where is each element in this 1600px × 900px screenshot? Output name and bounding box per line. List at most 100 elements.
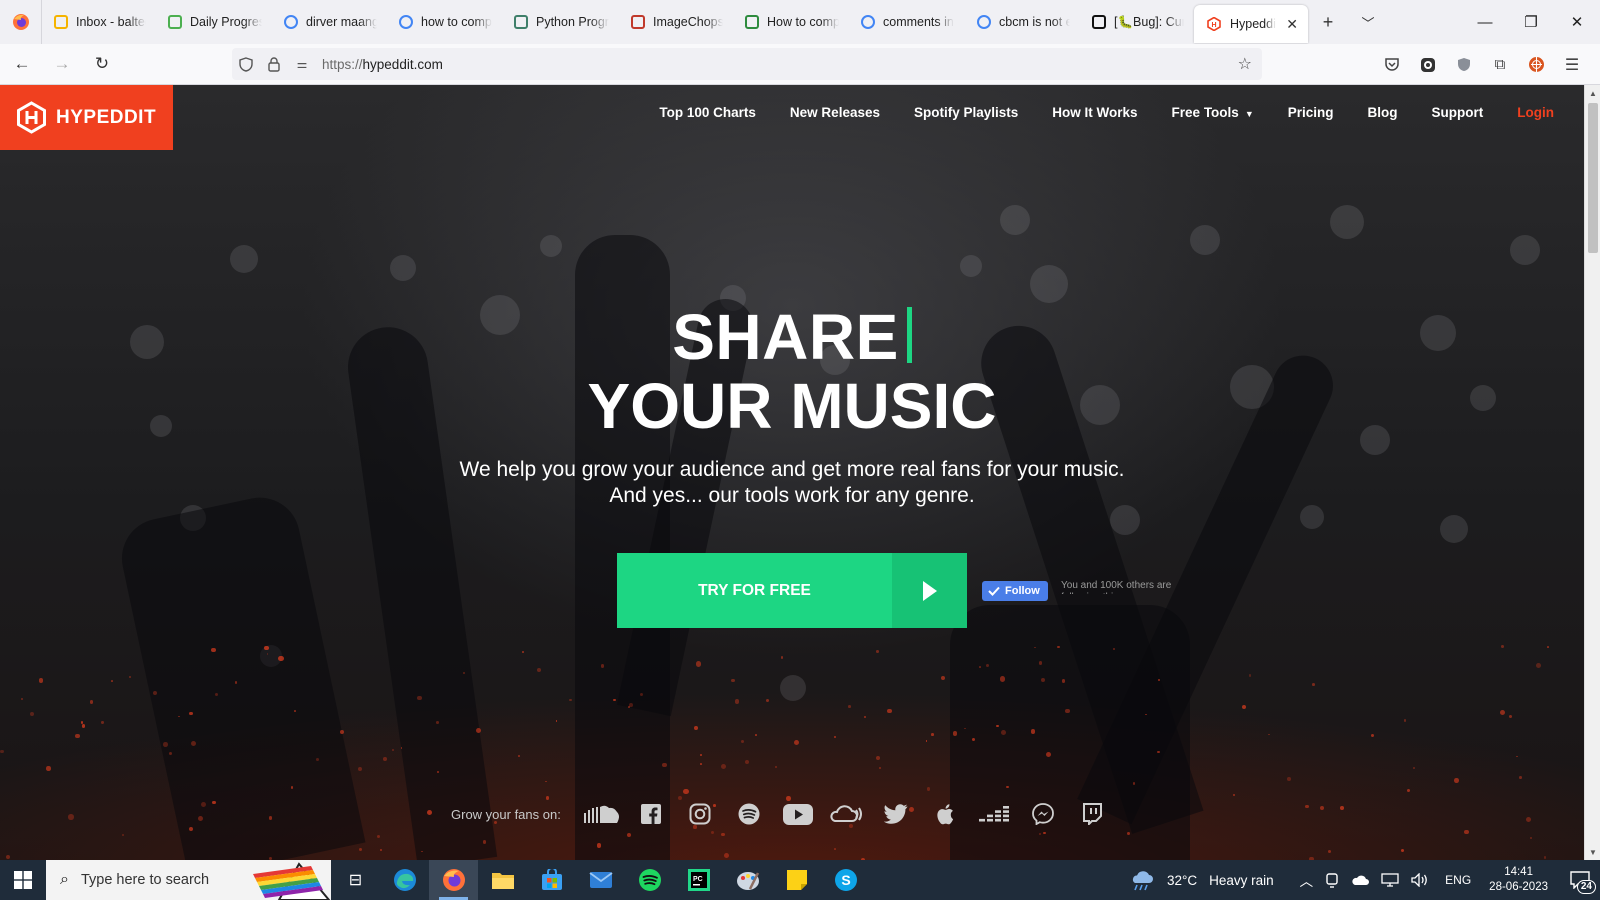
browser-tab[interactable]: Python Progra	[502, 0, 619, 44]
ember-particle	[234, 680, 238, 684]
edge-icon[interactable]	[380, 860, 429, 900]
lock-icon[interactable]	[260, 48, 288, 80]
microsoft-store-icon[interactable]	[527, 860, 576, 900]
ember-particle	[834, 735, 837, 738]
twitter-icon[interactable]	[871, 797, 920, 831]
nav-how-it-works[interactable]: How It Works	[1052, 105, 1137, 120]
instagram-icon[interactable]	[675, 797, 724, 831]
permissions-icon[interactable]: ⚌	[288, 48, 316, 80]
list-all-tabs-icon[interactable]: ﹀	[1348, 0, 1388, 44]
paint-icon[interactable]	[723, 860, 772, 900]
hypeddit-logo[interactable]: HYPEDDIT	[0, 85, 173, 150]
onedrive-cloud-icon[interactable]	[1345, 874, 1375, 886]
pycharm-icon[interactable]: PC	[674, 860, 723, 900]
weather-rain-icon[interactable]	[1123, 869, 1161, 891]
sticky-notes-icon[interactable]	[772, 860, 821, 900]
ember-particle	[1403, 719, 1406, 722]
ember-particle	[695, 661, 701, 667]
bokeh-light	[960, 255, 982, 277]
browser-tab[interactable]: how to compa	[387, 0, 502, 44]
cloud-icon	[168, 15, 182, 29]
pocket-icon[interactable]	[1374, 47, 1410, 83]
profile-avatar-icon[interactable]	[1518, 47, 1554, 83]
deezer-icon[interactable]	[969, 797, 1018, 831]
nav-new-releases[interactable]: New Releases	[790, 105, 880, 120]
input-language[interactable]: ENG	[1435, 873, 1477, 887]
shield-extension-icon[interactable]	[1446, 47, 1482, 83]
nav-blog[interactable]: Blog	[1368, 105, 1398, 120]
skype-icon[interactable]: S	[821, 860, 870, 900]
scroll-down-arrow-icon[interactable]: ▼	[1585, 844, 1600, 860]
firefox-menu-icon[interactable]	[0, 0, 42, 44]
browser-tab[interactable]: [🐛Bug]: Cur	[1080, 0, 1194, 44]
spotify-icon[interactable]	[724, 797, 773, 831]
nav-free-tools[interactable]: Free Tools ▼	[1172, 105, 1254, 120]
nav-spotify-playlists[interactable]: Spotify Playlists	[914, 105, 1018, 120]
browser-tab[interactable]: dirver maange	[272, 0, 387, 44]
extensions-puzzle-icon[interactable]: ⧉	[1482, 47, 1518, 83]
nav-login[interactable]: Login	[1517, 105, 1554, 120]
browser-tab[interactable]: Daily Progress	[156, 0, 272, 44]
app-menu-hamburger-icon[interactable]: ☰	[1554, 47, 1590, 83]
ember-particle	[190, 740, 197, 746]
minimize-window-button[interactable]: —	[1462, 0, 1508, 44]
extension-camera-icon[interactable]	[1410, 47, 1446, 83]
notification-center-icon[interactable]: 24	[1560, 860, 1600, 900]
scroll-up-arrow-icon[interactable]: ▲	[1585, 85, 1600, 101]
scrollbar-thumb[interactable]	[1588, 103, 1598, 253]
tracking-shield-icon[interactable]	[232, 48, 260, 80]
page-scrollbar[interactable]: ▲ ▼	[1584, 85, 1600, 860]
browser-tab[interactable]: cbcm is not e	[965, 0, 1080, 44]
soundcloud-icon[interactable]	[577, 797, 626, 831]
ember-particle	[129, 675, 132, 678]
close-window-button[interactable]: ✕	[1554, 0, 1600, 44]
meet-now-icon[interactable]	[1319, 872, 1345, 888]
ember-particle	[1057, 645, 1060, 648]
nav-top-100-charts[interactable]: Top 100 Charts	[659, 105, 756, 120]
file-explorer-icon[interactable]	[478, 860, 527, 900]
address-bar[interactable]: ⚌ https://hypeddit.com ☆	[232, 48, 1262, 80]
twitch-icon[interactable]	[1067, 797, 1116, 831]
ember-particle	[197, 815, 203, 821]
taskbar-clock[interactable]: 14:41 28-06-2023	[1477, 865, 1560, 895]
browser-tab[interactable]: How to comp	[733, 0, 849, 44]
firefox-taskbar-icon[interactable]	[429, 860, 478, 900]
follow-button[interactable]: Follow	[982, 581, 1048, 601]
spotify-taskbar-icon[interactable]	[625, 860, 674, 900]
messenger-icon[interactable]	[1018, 797, 1067, 831]
youtube-icon[interactable]	[773, 797, 822, 831]
new-tab-button[interactable]: +	[1308, 0, 1348, 44]
weather-text[interactable]: Heavy rain	[1203, 873, 1294, 888]
forward-arrow-icon[interactable]: →	[44, 46, 80, 82]
back-arrow-icon[interactable]: ←	[4, 46, 40, 82]
apple-icon[interactable]	[920, 797, 969, 831]
mail-icon	[54, 15, 68, 29]
reload-icon[interactable]: ↻	[84, 46, 120, 82]
nav-support[interactable]: Support	[1432, 105, 1484, 120]
task-view-icon[interactable]: ⊟	[331, 860, 380, 900]
weather-temp[interactable]: 32°C	[1161, 873, 1203, 888]
ember-particle	[294, 710, 297, 712]
mail-icon[interactable]	[576, 860, 625, 900]
browser-tab[interactable]: comments in	[849, 0, 965, 44]
nav-pricing[interactable]: Pricing	[1288, 105, 1334, 120]
show-hidden-icons-chevron-icon[interactable]: ︿	[1294, 870, 1320, 890]
tab-hypeddit-active[interactable]: H Hypeddit | ✕	[1194, 5, 1308, 43]
browser-tab[interactable]: Inbox - baltec	[42, 0, 156, 44]
url-text[interactable]: https://hypeddit.com	[322, 57, 443, 72]
taskbar-search-box[interactable]: ⌕ Type here to search	[46, 860, 331, 900]
facebook-icon[interactable]	[626, 797, 675, 831]
close-tab-icon[interactable]: ✕	[1286, 16, 1298, 33]
ember-particle	[1500, 645, 1504, 649]
bookmark-star-icon[interactable]: ☆	[1238, 54, 1252, 74]
windows-start-icon[interactable]	[0, 860, 46, 900]
try-for-free-button[interactable]: TRY FOR FREE	[617, 553, 967, 628]
volume-icon[interactable]	[1405, 873, 1435, 887]
mixcloud-icon[interactable]	[822, 797, 871, 831]
browser-tab[interactable]: ImageChops (	[619, 0, 733, 44]
ember-particle	[189, 711, 193, 715]
ember-particle	[694, 726, 699, 730]
ember-particle	[1407, 789, 1411, 793]
restore-window-button[interactable]: ❐	[1508, 0, 1554, 44]
network-icon[interactable]	[1375, 873, 1405, 887]
